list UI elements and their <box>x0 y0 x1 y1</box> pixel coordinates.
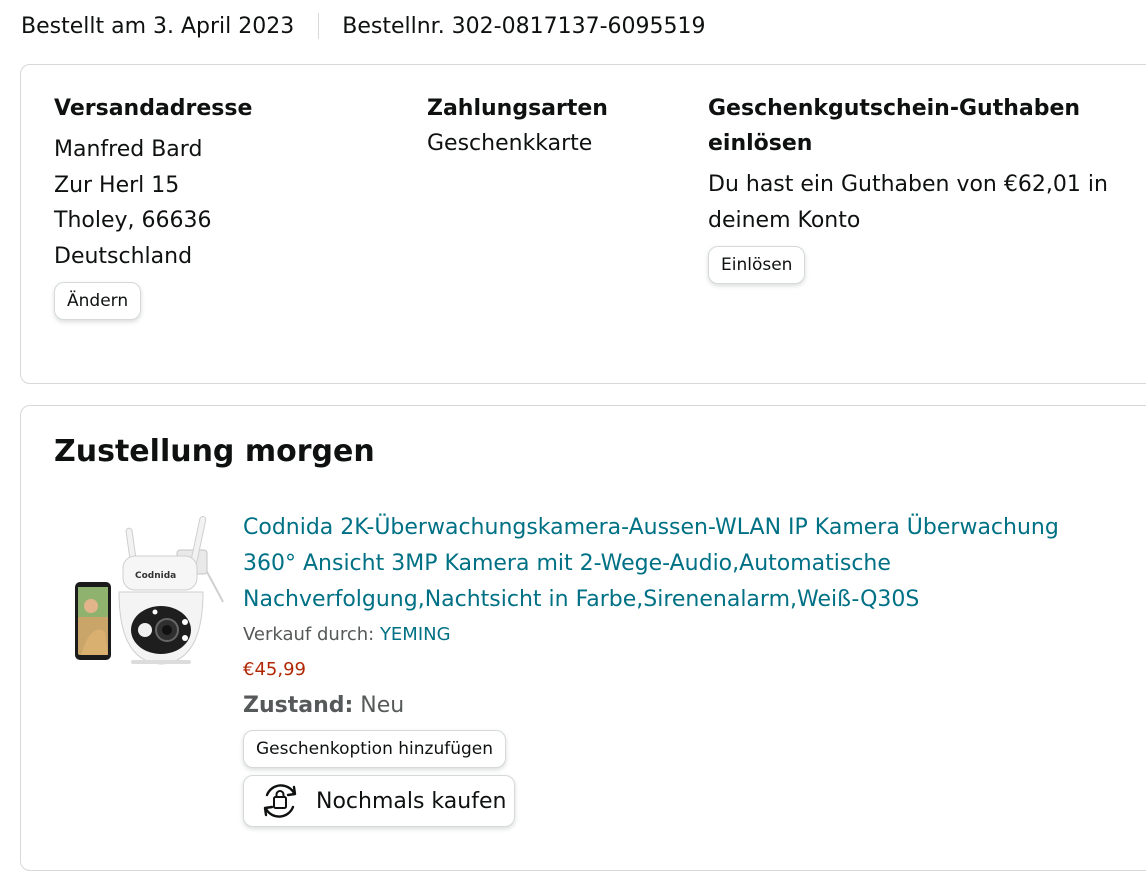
shipping-street: Zur Herl 15 <box>54 172 180 198</box>
redeem-button[interactable]: Einlösen <box>708 246 806 284</box>
order-info-card: Versandadresse Manfred Bard Zur Herl 15 … <box>20 64 1146 384</box>
seller-info: Verkauf durch: YEMING <box>243 618 1143 652</box>
product-image-brand: Codnida <box>135 571 176 581</box>
buy-again-label: Nochmals kaufen <box>316 788 507 814</box>
shipping-country: Deutschland <box>54 243 193 269</box>
product-price: €45,99 <box>243 659 306 680</box>
payment-method-title: Zahlungsarten <box>427 96 608 121</box>
shipping-address: Manfred Bard Zur Herl 15 Tholey, 66636 D… <box>54 132 394 274</box>
add-gift-option-button[interactable]: Geschenkoption hinzufügen <box>243 730 506 768</box>
gift-card-balance-line1: Du hast ein Guthaben von €62,01 in <box>708 172 1108 197</box>
delivery-status-title: Zustellung morgen <box>54 434 375 469</box>
seller-prefix: Verkauf durch: <box>243 624 375 645</box>
gift-card-title-line2: einlösen <box>708 131 813 156</box>
seller-name-link[interactable]: YEMING <box>380 624 451 645</box>
gift-card-balance-line2: deinem Konto <box>708 207 861 233</box>
change-address-button[interactable]: Ändern <box>54 282 142 320</box>
gift-card-title: Geschenkgutschein-Guthaben einlösen <box>708 91 1146 161</box>
condition-label: Zustand: <box>243 693 354 718</box>
product-title-link[interactable]: Codnida 2K-Überwachungskamera-Aussen-WLA… <box>243 510 1143 618</box>
header-divider <box>318 13 320 39</box>
order-header: Bestellt am 3. April 2023 Bestellnr. 302… <box>21 8 706 44</box>
shipping-address-title: Versandadresse <box>54 96 253 121</box>
product-info: Codnida 2K-Überwachungskamera-Aussen-WLA… <box>243 510 1143 827</box>
product-title-line1: Codnida 2K-Überwachungskamera-Aussen-WLA… <box>243 515 1059 540</box>
condition-value: Neu <box>360 693 405 718</box>
product-title-line3: Nachverfolgung,Nachtsicht in Farbe,Siren… <box>243 587 920 612</box>
gift-card-section: Geschenkgutschein-Guthaben einlösen Du h… <box>708 91 1146 284</box>
order-number: Bestellnr. 302-0817137-6095519 <box>342 13 706 39</box>
order-date: Bestellt am 3. April 2023 <box>21 13 295 39</box>
product-title-line2: 360° Ansicht 3MP Kamera mit 2-Wege-Audio… <box>243 551 891 576</box>
payment-method-section: Zahlungsarten Geschenkkarte <box>427 91 697 162</box>
gift-card-balance-text: Du hast ein Guthaben von €62,01 in deine… <box>708 167 1146 238</box>
gift-card-title-line1: Geschenkgutschein-Guthaben <box>708 96 1081 121</box>
product-condition: Zustand: Neu <box>243 688 1143 724</box>
buy-again-button[interactable]: Nochmals kaufen <box>243 775 515 827</box>
shipping-name: Manfred Bard <box>54 137 203 162</box>
delivery-card: Zustellung morgen Codnida Codnida 2K-Übe… <box>20 405 1146 871</box>
buy-again-icon <box>263 784 297 818</box>
shipping-address-section: Versandadresse Manfred Bard Zur Herl 15 … <box>54 91 394 320</box>
payment-method-value: Geschenkkarte <box>427 131 593 156</box>
shipping-city: Tholey, 66636 <box>54 208 212 233</box>
product-image[interactable]: Codnida <box>69 512 229 672</box>
